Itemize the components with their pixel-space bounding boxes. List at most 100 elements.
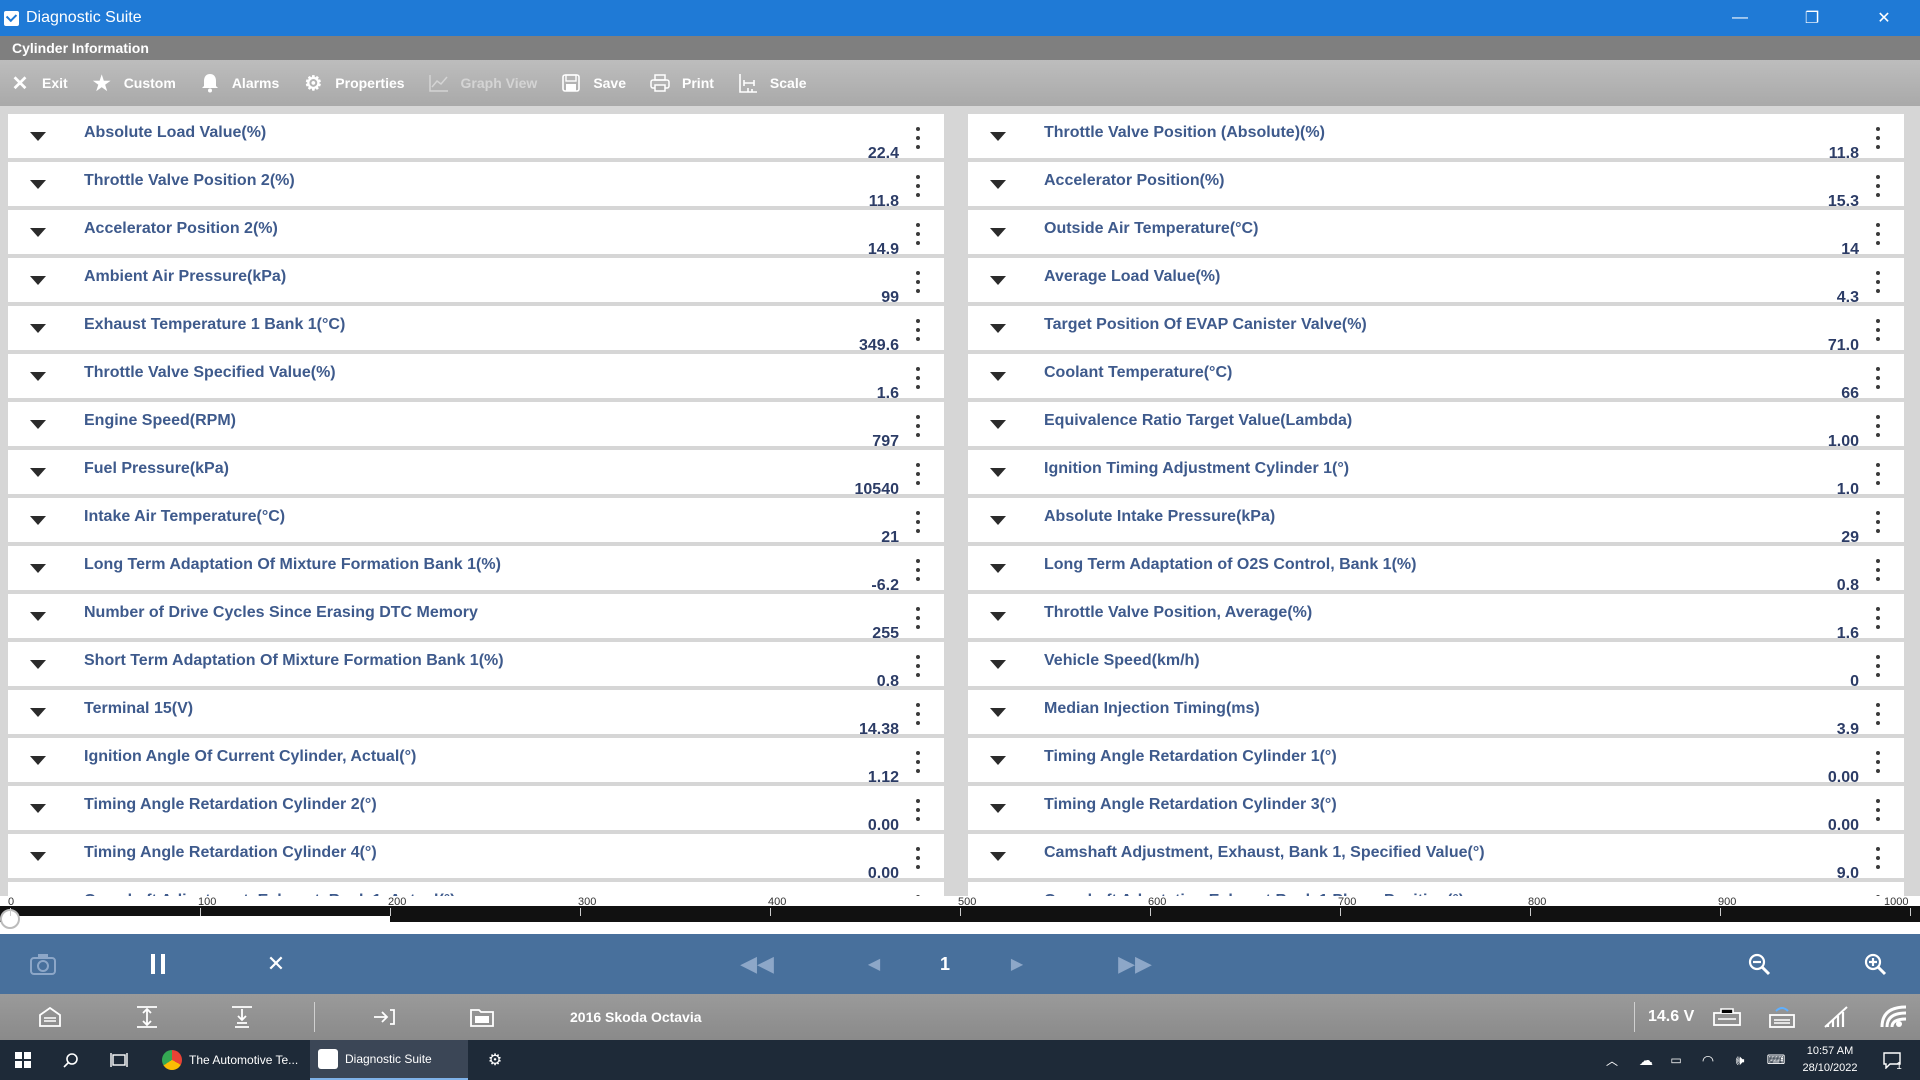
parameter-row[interactable]: Timing Angle Retardation Cylinder 3(°) 0.… [968,786,1904,834]
more-options-icon[interactable] [1876,511,1880,533]
home-icon[interactable] [30,994,70,1040]
expand-arrow-icon[interactable] [990,852,1006,861]
last-icon[interactable]: ▶▶ [1118,934,1152,994]
expand-arrow-icon[interactable] [30,612,46,621]
expand-arrow-icon[interactable] [30,468,46,477]
keyboard-icon[interactable]: ⌨ [1762,1040,1790,1080]
parameter-row[interactable]: Ignition Timing Adjustment Cylinder 1(°)… [968,450,1904,498]
zoom-out-icon[interactable] [1744,934,1774,994]
expand-arrow-icon[interactable] [990,132,1006,141]
parameter-row[interactable]: Intake Air Temperature(°C) 21 [8,498,944,546]
search-icon[interactable] [56,1040,86,1080]
expand-arrow-icon[interactable] [990,228,1006,237]
pause-icon[interactable] [146,934,170,994]
graph-view-button[interactable]: Graph View [427,60,537,106]
parameter-row[interactable]: Camshaft Adjustment, Exhaust, Bank 1, Sp… [968,834,1904,882]
more-options-icon[interactable] [1876,655,1880,677]
more-options-icon[interactable] [916,127,920,149]
more-options-icon[interactable] [1876,463,1880,485]
more-options-icon[interactable] [1876,415,1880,437]
more-options-icon[interactable] [1876,127,1880,149]
minimize-button[interactable]: — [1704,0,1776,36]
task-view-icon[interactable] [104,1040,134,1080]
parameter-row[interactable]: Coolant Temperature(°C) 66 [968,354,1904,402]
scale-button[interactable]: Scale [736,60,807,106]
more-options-icon[interactable] [1876,751,1880,773]
expand-arrow-icon[interactable] [990,516,1006,525]
expand-arrow-icon[interactable] [30,516,46,525]
parameter-row[interactable]: Camshaft Adjustment, Exhaust, Bank 1, Ac… [8,882,944,896]
settings-app-icon[interactable]: ⚙ [480,1040,510,1080]
expand-arrow-icon[interactable] [30,852,46,861]
expand-arrow-icon[interactable] [990,564,1006,573]
close-window-button[interactable]: ✕ [1848,0,1920,36]
expand-arrow-icon[interactable] [990,276,1006,285]
expand-arrow-icon[interactable] [990,180,1006,189]
first-icon[interactable]: ◀◀ [740,934,774,994]
expand-arrow-icon[interactable] [990,468,1006,477]
expand-arrow-icon[interactable] [30,804,46,813]
more-options-icon[interactable] [916,271,920,293]
export-icon[interactable] [364,994,404,1040]
more-options-icon[interactable] [916,319,920,341]
more-options-icon[interactable] [916,799,920,821]
more-options-icon[interactable] [1876,703,1880,725]
parameter-row[interactable]: Throttle Valve Specified Value(%) 1.6 [8,354,944,402]
more-options-icon[interactable] [1876,367,1880,389]
expand-arrow-icon[interactable] [990,420,1006,429]
more-options-icon[interactable] [1876,607,1880,629]
taskbar-app-chrome[interactable]: The Automotive Te... [154,1040,302,1080]
alarms-button[interactable]: Alarms [198,60,279,106]
parameter-row[interactable]: Outside Air Temperature(°C) 14 [968,210,1904,258]
more-options-icon[interactable] [916,511,920,533]
expand-arrow-icon[interactable] [30,132,46,141]
parameter-row[interactable]: Vehicle Speed(km/h) 0 [968,642,1904,690]
expand-arrow-icon[interactable] [990,612,1006,621]
parameter-row[interactable]: Throttle Valve Position (Absolute)(%) 11.… [968,114,1904,162]
more-options-icon[interactable] [916,655,920,677]
stop-icon[interactable]: ✕ [262,934,290,994]
prev-icon[interactable]: ◀ [864,934,884,994]
expand-arrow-icon[interactable] [30,180,46,189]
more-options-icon[interactable] [916,463,920,485]
parameter-row[interactable]: Timing Angle Retardation Cylinder 4(°) 0.… [8,834,944,882]
cloud-icon[interactable]: ☁ [1632,1040,1660,1080]
vci-icon[interactable] [1707,994,1747,1040]
next-icon[interactable]: ▶ [1007,934,1027,994]
wifi-icon[interactable] [1874,994,1914,1040]
more-options-icon[interactable] [1876,175,1880,197]
parameter-row[interactable]: Throttle Valve Position 2(%) 11.8 [8,162,944,210]
expand-arrow-icon[interactable] [990,372,1006,381]
expand-arrow-icon[interactable] [30,660,46,669]
parameter-row[interactable]: Number of Drive Cycles Since Erasing DTC… [8,594,944,642]
no-signal-icon[interactable] [1816,994,1856,1040]
parameter-row[interactable]: Median Injection Timing(ms) 3.9 [968,690,1904,738]
parameter-row[interactable]: Timing Angle Retardation Cylinder 1(°) 0.… [968,738,1904,786]
more-options-icon[interactable] [1876,559,1880,581]
system-clock[interactable]: 10:57 AM 28/10/2022 [1790,1043,1870,1077]
zoom-in-icon[interactable] [1860,934,1890,994]
expand-arrow-icon[interactable] [30,564,46,573]
expand-arrow-icon[interactable] [990,708,1006,717]
maximize-button[interactable]: ❐ [1776,0,1848,36]
more-options-icon[interactable] [1876,847,1880,869]
expand-arrow-icon[interactable] [30,708,46,717]
parameter-row[interactable]: Ambient Air Pressure(kPa) 99 [8,258,944,306]
folder-icon[interactable] [462,994,502,1040]
more-options-icon[interactable] [1876,799,1880,821]
parameter-row[interactable]: Accelerator Position 2(%) 14.9 [8,210,944,258]
expand-arrow-icon[interactable] [30,372,46,381]
more-options-icon[interactable] [916,175,920,197]
more-options-icon[interactable] [916,607,920,629]
network-icon[interactable]: ◠ [1694,1040,1722,1080]
expand-arrow-icon[interactable] [30,756,46,765]
device-connection-icon[interactable] [1762,994,1802,1040]
taskbar-app-diagnostic[interactable]: Diagnostic Suite [310,1040,468,1080]
print-button[interactable]: Print [648,60,714,106]
parameter-row[interactable]: Long Term Adaptation of O2S Control, Ban… [968,546,1904,594]
windows-start-icon[interactable] [8,1040,38,1080]
parameter-row[interactable]: Average Load Value(%) 4.3 [968,258,1904,306]
more-options-icon[interactable] [916,559,920,581]
notification-icon[interactable]: 1 [1874,1040,1910,1080]
expand-arrow-icon[interactable] [990,324,1006,333]
